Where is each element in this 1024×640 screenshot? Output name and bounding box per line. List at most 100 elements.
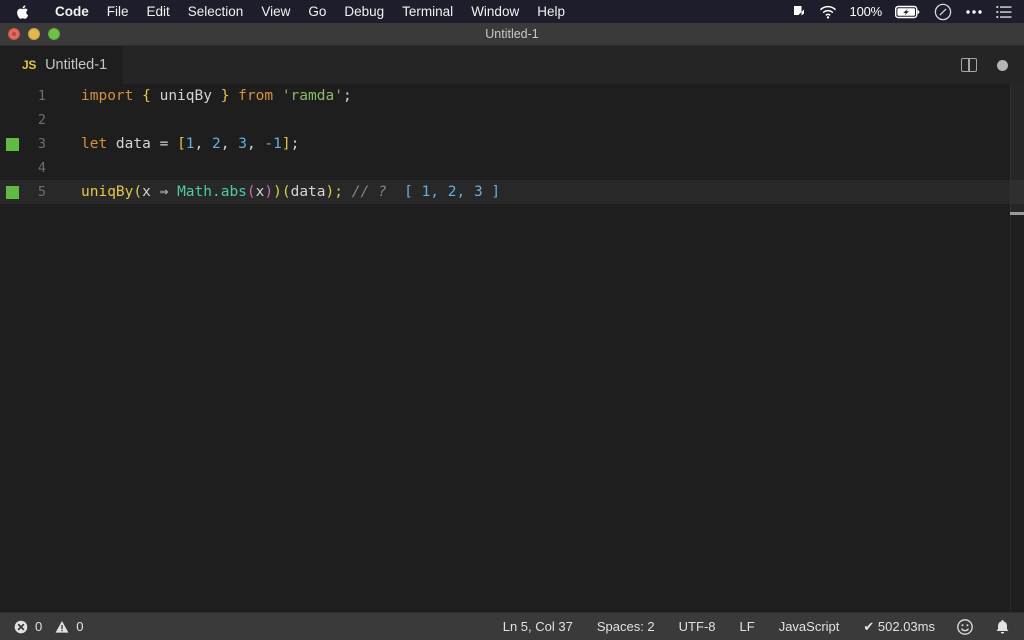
code-token: uniqBy (150, 88, 221, 104)
code-token: , (246, 136, 265, 152)
error-circle-icon (14, 620, 28, 634)
code-line-2[interactable]: 2 (0, 108, 1024, 132)
code-token: ( (281, 184, 291, 200)
dropbox-icon[interactable] (790, 4, 806, 20)
siri-icon[interactable] (934, 3, 952, 21)
status-bar-right: Ln 5, Col 37 Spaces: 2 UTF-8 LF JavaScript ✔ … (491, 619, 1024, 635)
menu-item-help[interactable]: Help (528, 0, 574, 23)
macos-menu-bar: Code File Edit Selection View Go Debug Terminal… (0, 0, 1024, 23)
code-token: [ 1, 2, 3 ] (404, 184, 501, 200)
status-cursor-position[interactable]: Ln 5, Col 37 (491, 619, 585, 634)
menu-item-go[interactable]: Go (299, 0, 335, 23)
code-token: data (107, 136, 160, 152)
status-bar-problems[interactable]: 0 0 (0, 619, 83, 634)
app-window: Code File Edit Selection View Go Debug Terminal… (0, 0, 1024, 640)
scrollbar-thumb[interactable] (1010, 84, 1024, 212)
code-token: -1 (264, 136, 282, 152)
code-token: x (142, 184, 151, 200)
menu-item-window[interactable]: Window (462, 0, 528, 23)
code-text: uniqBy(x ⇒ Math.abs(x))(data); // ? [ 1,… (58, 180, 500, 204)
code-token: ) (264, 184, 274, 200)
editor-tab-strip: JS Untitled-1 (0, 46, 1024, 84)
bell-icon[interactable] (995, 619, 1010, 635)
code-token: 2 (212, 136, 221, 152)
code-token: . (211, 184, 221, 200)
editor-overview-ruler[interactable] (1010, 84, 1024, 612)
code-token: ; (290, 136, 300, 152)
code-token: data (290, 184, 326, 200)
code-token: ] (281, 136, 291, 152)
split-editor-icon[interactable] (961, 58, 977, 72)
code-token: let (81, 136, 108, 152)
menu-item-edit[interactable]: Edit (138, 0, 179, 23)
menubar-status-icons: 100% (790, 3, 1016, 21)
tab-label: Untitled-1 (45, 57, 108, 73)
code-token: [ (177, 136, 186, 152)
status-indentation[interactable]: Spaces: 2 (585, 619, 667, 634)
notification-center-icon[interactable] (996, 5, 1012, 19)
error-count: 0 (35, 619, 43, 634)
window-title: Untitled-1 (485, 27, 539, 41)
status-language-mode[interactable]: JavaScript (767, 619, 852, 634)
code-token: 3 (238, 136, 247, 152)
unsaved-dot-icon[interactable] (997, 59, 1008, 71)
code-line-5[interactable]: 5 uniqBy(x ⇒ Math.abs(x))(data); // ? [ 1… (0, 180, 1024, 204)
code-token: ) (325, 184, 335, 200)
menu-items-container: Code File Edit Selection View Go Debug Terminal… (46, 0, 574, 23)
line-number: 2 (37, 112, 46, 128)
code-text: import { uniqBy } from 'ramda'; (58, 84, 352, 108)
warning-count: 0 (76, 619, 84, 634)
code-token: uniqBy (81, 184, 134, 200)
code-token: ; (334, 184, 343, 200)
code-token: , (220, 136, 239, 152)
menu-item-selection[interactable]: Selection (179, 0, 253, 23)
smiley-icon[interactable] (957, 618, 973, 635)
line-number: 4 (37, 160, 46, 176)
code-token: import (81, 88, 134, 104)
javascript-file-icon: JS (22, 58, 37, 72)
status-bar: 0 0 Ln 5, Col 37 Spaces: 2 UTF-8 LF JavaScri… (0, 612, 1024, 640)
menu-item-view[interactable]: View (252, 0, 299, 23)
code-line-4[interactable]: 4 (0, 156, 1024, 180)
status-quokka-run-time[interactable]: ✔ 502.03ms (851, 619, 947, 635)
code-token: from (238, 88, 274, 104)
apple-logo-icon[interactable] (14, 3, 29, 20)
code-editor[interactable]: 1 import { uniqBy } from 'ramda'; 2 3 let da… (0, 84, 1024, 612)
code-text: let data = [1, 2, 3, -1]; (58, 132, 299, 156)
overview-marker (1010, 212, 1024, 215)
code-token: Math (177, 184, 212, 200)
wifi-icon[interactable] (819, 5, 837, 19)
menu-item-code[interactable]: Code (46, 0, 98, 23)
status-encoding[interactable]: UTF-8 (667, 619, 728, 634)
run-marker-icon[interactable] (6, 186, 19, 199)
code-token: ; (342, 88, 352, 104)
code-lines-container: 1 import { uniqBy } from 'ramda'; 2 3 let da… (0, 84, 1024, 204)
menu-item-file[interactable]: File (98, 0, 138, 23)
menu-item-debug[interactable]: Debug (335, 0, 393, 23)
code-line-3[interactable]: 3 let data = [1, 2, 3, -1]; (0, 132, 1024, 156)
control-center-icon[interactable] (965, 9, 983, 15)
code-token: , (194, 136, 212, 152)
menu-item-terminal[interactable]: Terminal (393, 0, 462, 23)
tab-untitled-1[interactable]: JS Untitled-1 (0, 46, 124, 84)
code-line-1[interactable]: 1 import { uniqBy } from 'ramda'; (0, 84, 1024, 108)
code-token: 1 (185, 136, 195, 152)
status-line-ending[interactable]: LF (728, 619, 767, 634)
code-token: ( (133, 184, 143, 200)
code-token: ⇒ (150, 184, 178, 200)
code-token: 'ramda' (281, 88, 343, 104)
code-token: // ? (351, 184, 387, 200)
line-number: 1 (37, 88, 46, 104)
battery-percentage: 100% (849, 4, 883, 19)
run-marker-icon[interactable] (6, 138, 19, 151)
code-token: abs (220, 184, 247, 200)
code-token: { (142, 88, 151, 104)
battery-icon[interactable] (895, 5, 921, 19)
window-title-bar[interactable]: Untitled-1 (0, 23, 1024, 46)
